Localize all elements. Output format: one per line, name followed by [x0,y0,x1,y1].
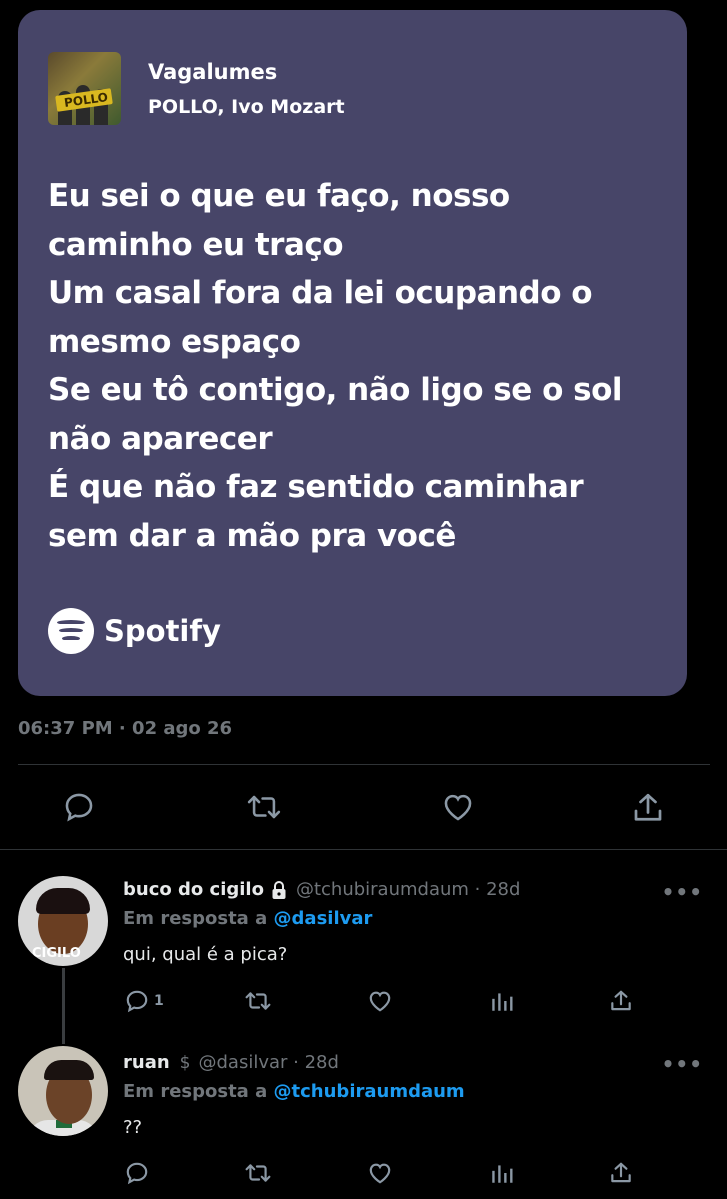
thread-line [62,968,65,1044]
lyric-line: não aparecer [48,420,273,457]
reply-button[interactable] [124,1160,150,1186]
reply-icon [126,990,148,1013]
lock-icon [272,880,286,899]
heart-icon [444,794,472,821]
like-button[interactable] [366,1160,394,1186]
share-icon [611,990,631,1011]
divider [0,849,727,850]
heart-icon [369,991,391,1012]
share-icon [611,1162,631,1183]
like-button[interactable] [440,790,476,824]
retweet-icon [247,795,281,819]
display-name[interactable]: buco do cigilo [123,879,264,900]
views-icon [492,993,513,1011]
reply-button[interactable] [62,790,96,824]
reply-count: 1 [154,993,164,1009]
reply-header: buco do cigilo @tchubiraumdaum · 28d [123,879,520,900]
retweet-button[interactable] [243,988,273,1014]
reply-context: Em resposta a @tchubiraumdaum [123,1081,465,1102]
share-button[interactable] [608,1160,634,1186]
spotify-wordmark: Spotify [104,614,221,648]
like-button[interactable] [366,988,394,1014]
lyric-line: Eu sei o que eu faço, nosso [48,178,510,214]
reply-header: ruan $ @dasilvar · 28d [123,1052,339,1073]
tweet-timestamp[interactable]: 06:37 PM · 02 ago 26 [18,718,232,739]
lyric-line: mesmo espaço [48,323,301,360]
share-button[interactable] [630,790,666,826]
lyric-line: caminho eu traço [48,226,344,263]
reply-text: ?? [123,1117,143,1138]
mention-link[interactable]: @tchubiraumdaum [274,1081,465,1102]
reply-icon [126,1162,148,1185]
retweet-button[interactable] [243,1160,273,1186]
lyrics: Eu sei o que eu faço, nosso caminho eu t… [48,172,658,560]
lyric-line: sem dar a mão pra você [48,517,456,554]
avatar[interactable]: CIGILO [18,876,108,966]
spotify-lyrics-card[interactable]: POLLO Vagalumes POLLO, Ivo Mozart Eu sei… [18,10,687,696]
more-icon[interactable]: ••• [662,880,703,904]
views-icon [492,1165,513,1183]
display-name[interactable]: ruan [123,1052,170,1073]
spotify-icon [48,608,94,654]
reply-prefix: Em resposta a [123,908,268,929]
lyric-line: É que não faz sentido caminhar [48,469,584,505]
dollar-icon: $ [179,1052,191,1073]
user-handle[interactable]: @tchubiraumdaum · 28d [296,879,520,900]
avatar-label: CIGILO [32,946,81,961]
more-icon[interactable]: ••• [662,1052,703,1076]
reply-icon [65,793,93,822]
user-handle[interactable]: @dasilvar · 28d [198,1052,338,1073]
share-icon [634,793,662,821]
retweet-icon [245,1164,271,1182]
song-title: Vagalumes [148,60,278,84]
views-button[interactable] [489,1160,515,1186]
views-button[interactable] [489,988,515,1014]
spotify-brand: Spotify [48,608,221,654]
avatar[interactable] [18,1046,108,1136]
lyric-line: Um casal fora da lei ocupando o [48,275,593,311]
song-artists: POLLO, Ivo Mozart [148,96,345,118]
album-cover: POLLO [48,52,121,125]
reply-context: Em resposta a @dasilvar [123,908,372,929]
heart-icon [369,1163,391,1184]
mention-link[interactable]: @dasilvar [274,908,373,929]
share-button[interactable] [608,988,634,1014]
reply-text: qui, qual é a pica? [123,944,288,965]
retweet-icon [245,992,271,1010]
reply-prefix: Em resposta a [123,1081,268,1102]
retweet-button[interactable] [245,790,283,824]
lyric-line: Se eu tô contigo, não ligo se o sol [48,372,623,408]
reply-button[interactable]: 1 [124,988,164,1014]
divider [18,764,710,765]
